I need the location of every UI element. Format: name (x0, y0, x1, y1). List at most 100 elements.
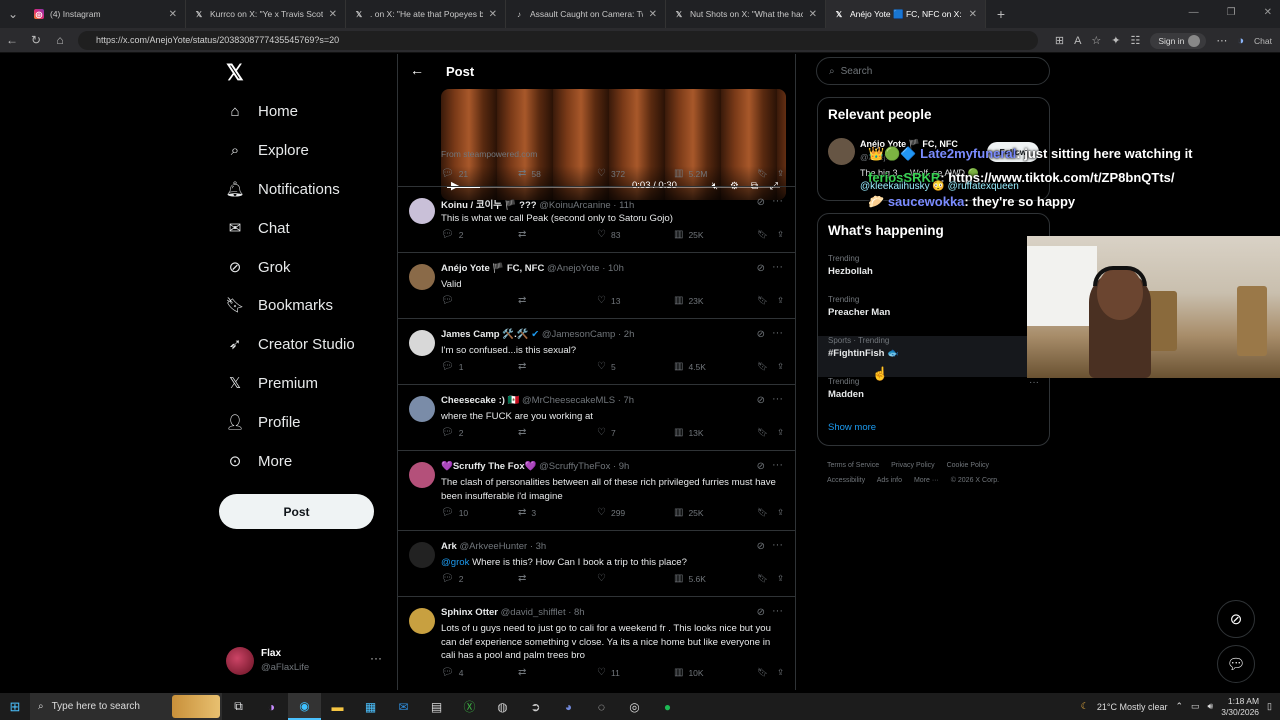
grok-icon[interactable]: ⊘ (757, 541, 765, 552)
grok-fab-button[interactable]: ⊘ (1217, 600, 1255, 638)
url-input[interactable]: https://x.com/AnejoYote/status/203830877… (78, 31, 1038, 50)
sign-in-button[interactable]: Sign in (1150, 32, 1207, 49)
author-name[interactable]: Sphinx Otter (441, 607, 498, 618)
bookmark-icon[interactable]: 🔖︎ (757, 168, 777, 179)
reply-button[interactable]: 💬︎ 21 (441, 168, 518, 179)
nav-profile[interactable]: 👤︎ Profile (225, 413, 300, 432)
messages-fab-button[interactable]: 💬︎ (1217, 645, 1255, 683)
reply-tweet[interactable]: Cheesecake :) 🇲🇽 @MrCheesecakeMLS · 7h ⊘ ·… (398, 384, 795, 450)
reply-tweet[interactable]: Koinu / 코이누 🏴 ??? @KoinuArcanine · 11h ⊘ ·… (398, 186, 795, 252)
reply-tweet[interactable]: Anéjo Yote 🏴 FC, NFC @AnejoYote · 10h ⊘ ··… (398, 252, 795, 318)
edge-icon[interactable]: ◉ (288, 693, 321, 720)
close-tab-icon[interactable]: ✕ (809, 9, 817, 20)
avatar[interactable] (409, 264, 435, 290)
like-button[interactable]: ♡ 372 (597, 168, 674, 179)
notifications-icon[interactable]: ▯ (1267, 701, 1272, 712)
views-button[interactable]: ▥ 5.2M (674, 168, 757, 179)
bookmark-icon[interactable]: 🔖︎ (757, 573, 777, 584)
browser-tab-5[interactable]: 𝕏 Anéjo Yote 🟦 FC, NFC on X: "Phu ✕ (826, 0, 986, 28)
browser-tab-1[interactable]: 𝕏 Kurrco on X: "Ye x Travis Scott 🇨🇳 “I … (186, 0, 346, 28)
extensions-icon[interactable]: ✦ (1111, 34, 1120, 47)
author-name[interactable]: Koinu / 코이누 🏴 ??? (441, 200, 537, 211)
author-name[interactable]: Cheesecake :) 🇲🇽 (441, 395, 519, 406)
close-tab-icon[interactable]: ✕ (169, 9, 177, 20)
reply-tweet[interactable]: Ark @ArkveeHunter · 3h ⊘ ··· @grok Where is… (398, 530, 795, 596)
trend-item[interactable]: Sports · Trending #FightinFish 🐟 (818, 336, 1049, 377)
bookmark-icon[interactable]: 🔖︎ (757, 427, 777, 438)
footer-link[interactable]: Accessibility (827, 477, 865, 484)
reply-button[interactable]: 💬︎ 10 (441, 507, 518, 518)
reply-tweet[interactable]: Sphinx Otter @david_shifflet · 8h ⊘ ··· Lot… (398, 596, 795, 690)
task-view-icon[interactable]: ⧉ (222, 693, 255, 720)
reply-button[interactable]: 💬︎ 2 (441, 427, 518, 438)
app-icon[interactable]: ◎ (618, 693, 651, 720)
trend-item[interactable]: Trending Hezbollah (818, 254, 1049, 295)
favorites-icon[interactable]: ☷ (1131, 34, 1141, 47)
nav-more[interactable]: ⊙ More (226, 452, 292, 471)
like-button[interactable]: ♡ (597, 573, 674, 584)
x-logo-icon[interactable]: 𝕏 (226, 60, 244, 86)
apps-icon[interactable]: ⊞ (1055, 34, 1064, 47)
grok-icon[interactable]: ⊘ (757, 263, 765, 274)
browser-tab-0[interactable]: ◎ (4) Instagram ✕ (26, 0, 186, 28)
chevron-up-icon[interactable]: ⌃ (1175, 701, 1183, 712)
grok-icon[interactable]: ⊘ (757, 197, 765, 208)
read-aloud-icon[interactable]: A (1074, 35, 1081, 47)
search-input[interactable]: ⌕ Search (816, 57, 1050, 85)
nav-explore[interactable]: ⌕ Explore (226, 141, 309, 159)
avatar[interactable] (409, 396, 435, 422)
video-player[interactable]: ▶ 0:03 / 0:30 🔇︎ ⚙ ⧉ ⤢ (441, 89, 786, 200)
browser-tab-2[interactable]: 𝕏 . on X: "He ate that Popeyes biscuit ✕ (346, 0, 506, 28)
favorite-star-icon[interactable]: ☆ (1091, 34, 1101, 47)
avatar[interactable] (409, 330, 435, 356)
chat-label[interactable]: Chat (1254, 36, 1272, 46)
share-icon[interactable]: ⇪ (777, 573, 784, 584)
footer-link[interactable]: More ··· (914, 477, 939, 484)
like-button[interactable]: ♡ 13 (597, 295, 674, 306)
reply-tweet[interactable]: James Camp 🛠️.🛠️ ✔ @JamesonCamp · 2h ⊘ ···… (398, 318, 795, 384)
weather-text[interactable]: 21°C Mostly clear (1097, 702, 1168, 712)
copilot-icon[interactable]: ◑ (255, 693, 288, 720)
footer-link[interactable]: Ads info (877, 477, 902, 484)
views-button[interactable]: ▥ 5.6K (674, 573, 757, 584)
footer-link[interactable]: Cookie Policy (947, 462, 989, 469)
tab-list-button[interactable]: ⌄ (0, 7, 26, 21)
close-tab-icon[interactable]: ✕ (649, 9, 657, 20)
more-menu-icon[interactable]: ⋯ (1216, 34, 1227, 47)
nav-chat[interactable]: ✉ Chat (226, 219, 290, 238)
file-explorer-icon[interactable]: ▬ (321, 693, 354, 720)
grok-icon[interactable]: ⊘ (757, 461, 765, 472)
reply-button[interactable]: 💬︎ 2 (441, 573, 518, 584)
share-icon[interactable]: ⇪ (777, 168, 784, 179)
grok-icon[interactable]: ⊘ (757, 329, 765, 340)
reply-button[interactable]: 💬︎ 1 (441, 361, 518, 372)
repost-button[interactable]: ⇄ (518, 229, 597, 240)
grok-icon[interactable]: ⊘ (757, 395, 765, 406)
nav-home[interactable]: ⌂ Home (226, 102, 298, 120)
like-button[interactable]: ♡ 5 (597, 361, 674, 372)
bookmark-icon[interactable]: 🔖︎ (757, 295, 777, 306)
more-icon[interactable]: ··· (772, 605, 783, 617)
repost-button[interactable]: ⇄ (518, 295, 597, 306)
show-more-link[interactable]: Show more (828, 422, 876, 433)
share-icon[interactable]: ⇪ (777, 507, 784, 518)
refresh-icon[interactable]: ↻ (24, 33, 48, 47)
bookmark-icon[interactable]: 🔖︎ (757, 361, 777, 372)
views-button[interactable]: ▥ 13K (674, 427, 757, 438)
like-button[interactable]: ♡ 11 (597, 667, 674, 678)
more-icon[interactable]: ··· (1029, 377, 1039, 388)
views-button[interactable]: ▥ 23K (674, 295, 757, 306)
avatar[interactable] (409, 462, 435, 488)
repost-button[interactable]: ⇄ 58 (518, 168, 597, 179)
trend-item[interactable]: Trending Preacher Man (818, 295, 1049, 336)
avatar[interactable] (409, 542, 435, 568)
nav-bookmarks[interactable]: 🔖︎ Bookmarks (225, 296, 333, 315)
author-name[interactable]: Anéjo Yote 🏴 FC, NFC (441, 263, 544, 274)
views-button[interactable]: ▥ 25K (674, 229, 757, 240)
share-icon[interactable]: ⇪ (777, 295, 784, 306)
network-icon[interactable]: ▭ (1191, 701, 1200, 712)
footer-link[interactable]: Terms of Service (827, 462, 879, 469)
repost-button[interactable]: ⇄ (518, 361, 597, 372)
reply-tweet[interactable]: 💜Scruffy The Fox💜 @ScruffyTheFox · 9h ⊘ ··… (398, 450, 795, 530)
reply-button[interactable]: 💬︎ 4 (441, 667, 518, 678)
